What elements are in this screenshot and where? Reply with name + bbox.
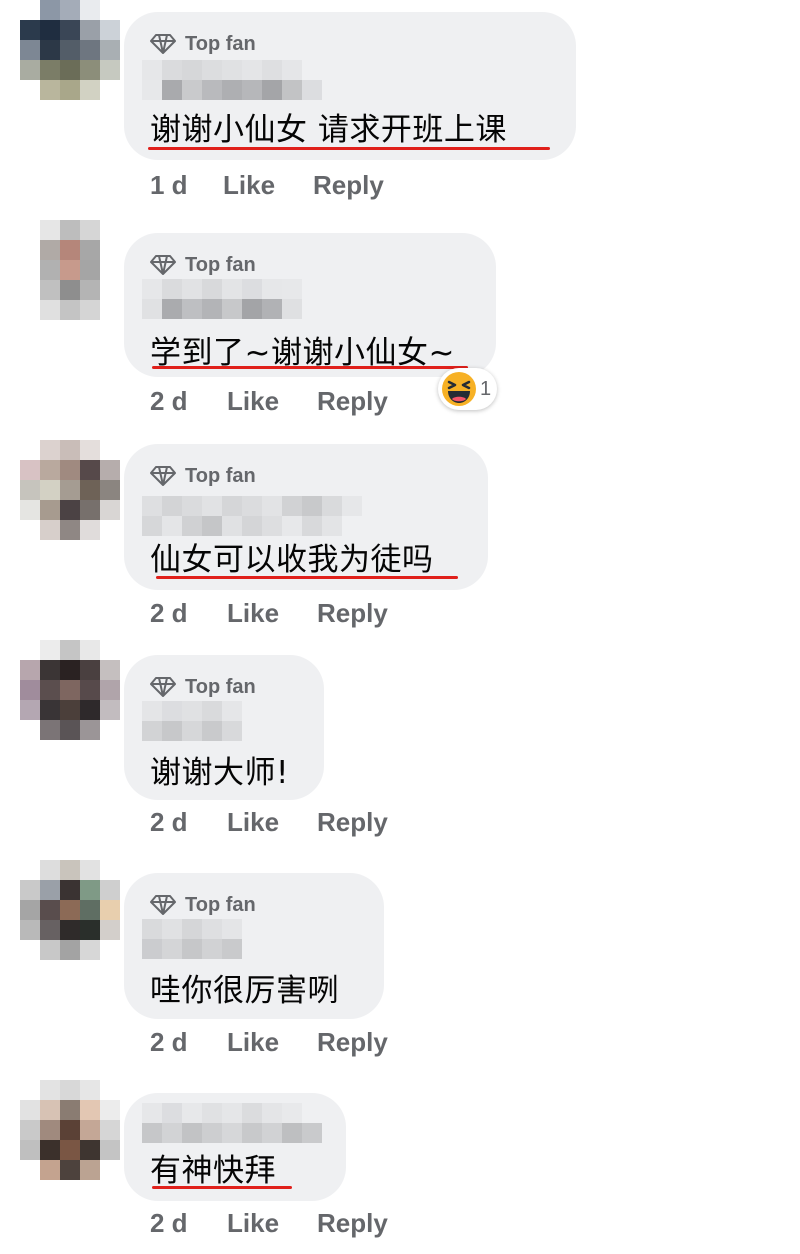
like-button[interactable]: Like xyxy=(227,1208,279,1239)
top-fan-badge: Top fan xyxy=(150,893,256,917)
like-button[interactable]: Like xyxy=(227,1027,279,1058)
commenter-name-blurred[interactable] xyxy=(142,701,242,741)
top-fan-label: Top fan xyxy=(185,675,256,698)
avatar[interactable] xyxy=(20,220,120,320)
comment-text: 谢谢大师! xyxy=(150,755,289,791)
comment-bubble[interactable]: Top fan 仙女可以收我为徒吗 xyxy=(124,444,488,590)
top-fan-badge: Top fan xyxy=(150,675,256,699)
avatar[interactable] xyxy=(20,1080,120,1180)
top-fan-label: Top fan xyxy=(185,893,256,916)
comment-bubble[interactable]: Top fan 学到了~谢谢小仙女~ xyxy=(124,233,496,377)
reply-button[interactable]: Reply xyxy=(317,598,388,629)
like-button[interactable]: Like xyxy=(223,170,275,201)
top-fan-badge: Top fan xyxy=(150,32,256,56)
avatar[interactable] xyxy=(20,0,120,100)
comment-time[interactable]: 2 d xyxy=(150,807,188,838)
reply-button[interactable]: Reply xyxy=(317,807,388,838)
comment-time[interactable]: 2 d xyxy=(150,1208,188,1239)
commenter-name-blurred[interactable] xyxy=(142,496,362,536)
avatar[interactable] xyxy=(20,440,120,540)
comment-text: 仙女可以收我为徒吗 xyxy=(150,542,434,578)
comment-time[interactable]: 2 d xyxy=(150,386,188,417)
highlight-underline xyxy=(148,147,550,150)
reply-button[interactable]: Reply xyxy=(317,1208,388,1239)
diamond-icon xyxy=(150,255,176,275)
comment-text: 有神快拜 xyxy=(150,1153,276,1189)
comment-bubble[interactable]: Top fan 谢谢大师! xyxy=(124,655,324,800)
comment-bubble[interactable]: Top fan 谢谢小仙女 请求开班上课 xyxy=(124,12,576,160)
avatar[interactable] xyxy=(20,860,120,960)
comment-time[interactable]: 1 d xyxy=(150,170,188,201)
commenter-name-blurred[interactable] xyxy=(142,1103,322,1143)
top-fan-badge: Top fan xyxy=(150,464,256,488)
avatar[interactable] xyxy=(20,640,120,740)
reply-button[interactable]: Reply xyxy=(313,170,384,201)
laughing-face-icon xyxy=(442,372,476,406)
diamond-icon xyxy=(150,677,176,697)
highlight-underline xyxy=(152,366,468,369)
reply-button[interactable]: Reply xyxy=(317,1027,388,1058)
diamond-icon xyxy=(150,466,176,486)
like-button[interactable]: Like xyxy=(227,807,279,838)
top-fan-label: Top fan xyxy=(185,253,256,276)
comment-time[interactable]: 2 d xyxy=(150,1027,188,1058)
highlight-underline xyxy=(152,1186,292,1189)
comment-bubble[interactable]: Top fan 哇你很厉害咧 xyxy=(124,873,384,1019)
diamond-icon xyxy=(150,34,176,54)
commenter-name-blurred[interactable] xyxy=(142,919,242,959)
comment-time[interactable]: 2 d xyxy=(150,598,188,629)
top-fan-badge: Top fan xyxy=(150,253,256,277)
reply-button[interactable]: Reply xyxy=(317,386,388,417)
reaction-badge[interactable]: 1 xyxy=(438,368,498,410)
comment-text: 哇你很厉害咧 xyxy=(150,973,339,1009)
comment-bubble[interactable]: 有神快拜 xyxy=(124,1093,346,1201)
highlight-underline xyxy=(156,576,458,579)
reaction-count: 1 xyxy=(480,377,492,400)
like-button[interactable]: Like xyxy=(227,386,279,417)
commenter-name-blurred[interactable] xyxy=(142,279,302,319)
top-fan-label: Top fan xyxy=(185,32,256,55)
top-fan-label: Top fan xyxy=(185,464,256,487)
comment-text: 谢谢小仙女 请求开班上课 xyxy=(150,112,507,148)
commenter-name-blurred[interactable] xyxy=(142,60,322,100)
diamond-icon xyxy=(150,895,176,915)
like-button[interactable]: Like xyxy=(227,598,279,629)
